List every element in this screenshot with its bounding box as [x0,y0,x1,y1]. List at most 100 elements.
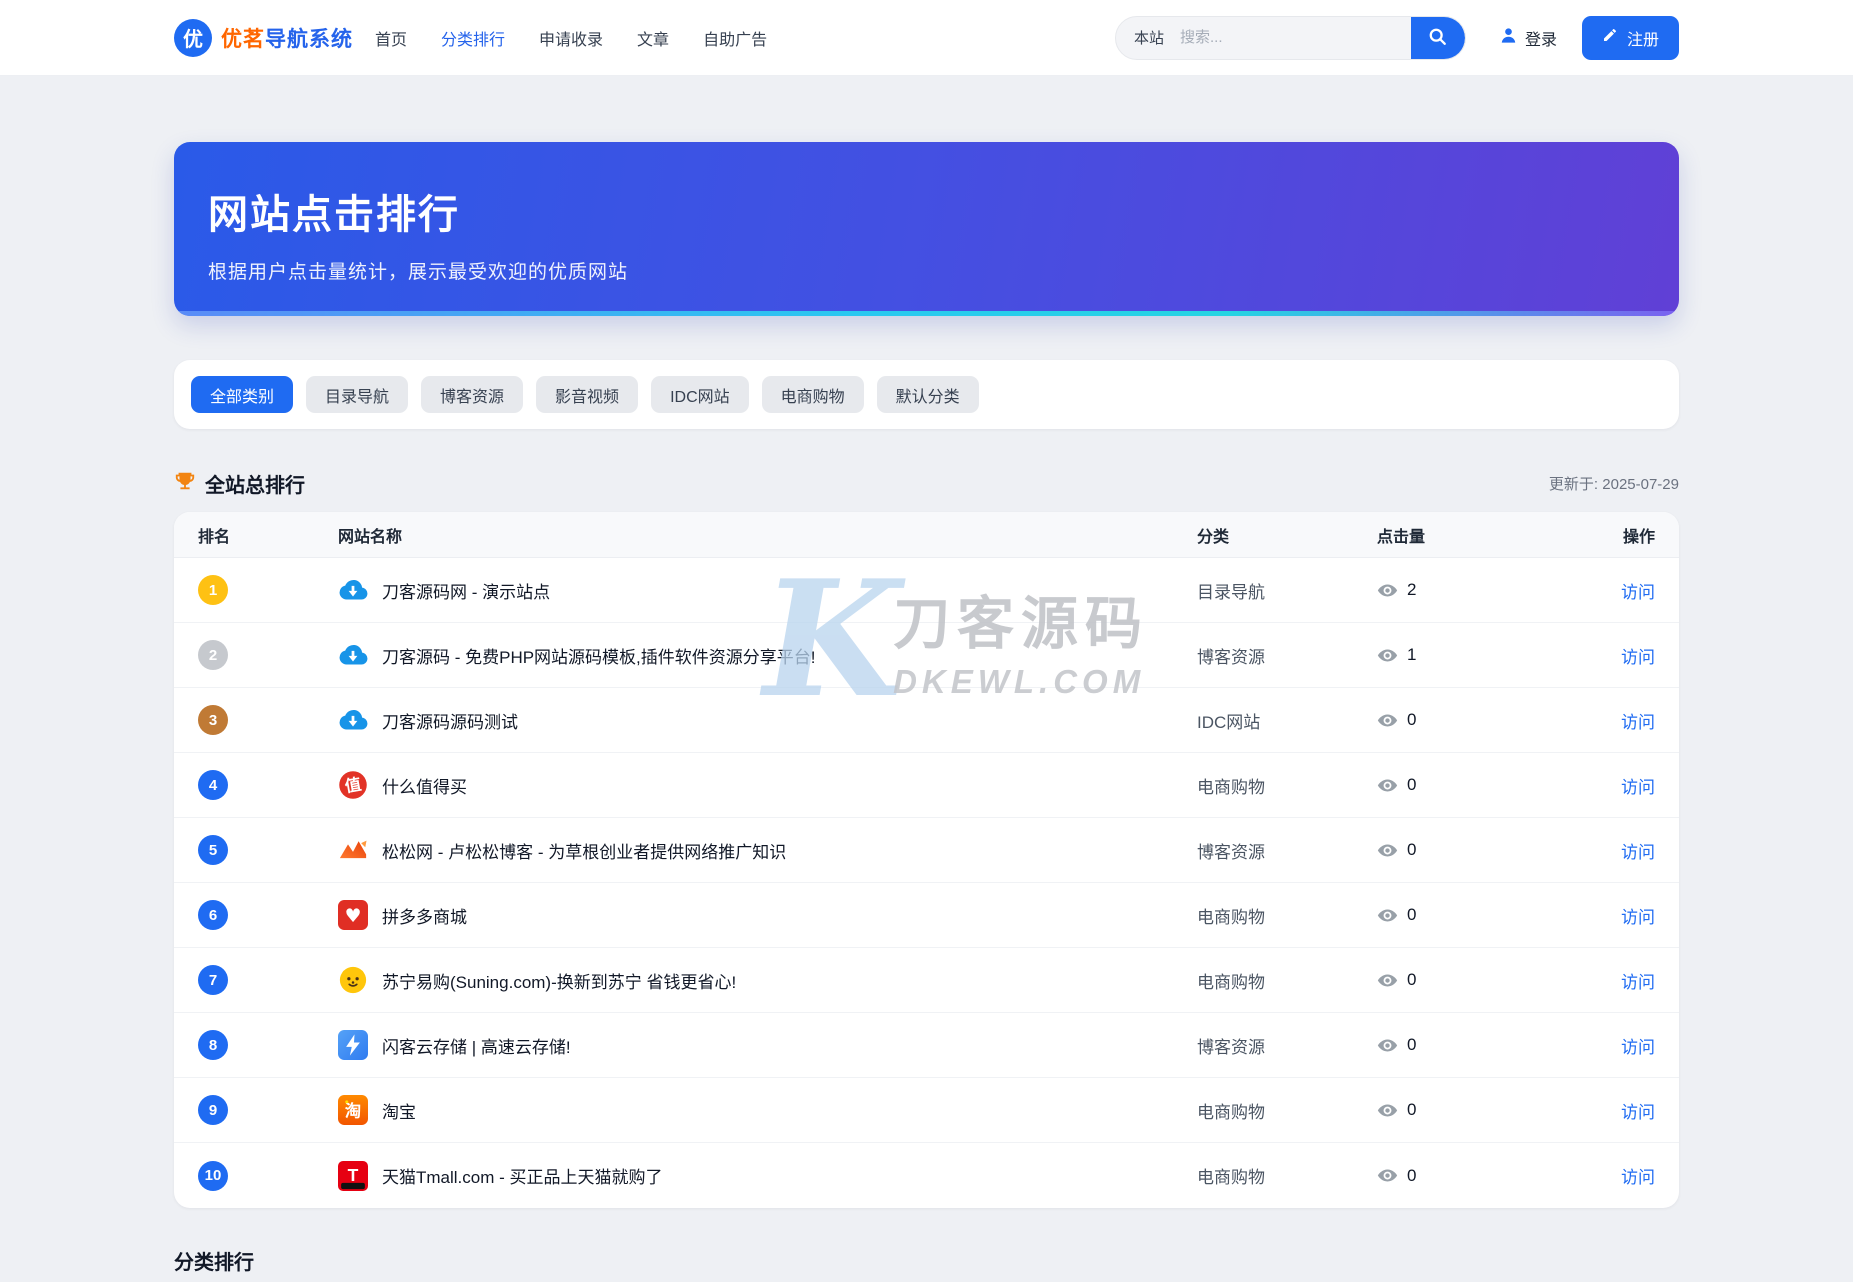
filter-pill-idc[interactable]: IDC网站 [651,376,749,413]
category-ranking-title: 分类排行 [174,1246,1679,1275]
site-name-link[interactable]: 松松网 - 卢松松博客 - 为草根创业者提供网络推广知识 [382,838,786,863]
zhi-badge-icon: 值 [338,770,368,800]
top-bar: 优 优茗导航系统 首页 分类排行 申请收录 文章 自助广告 本站 登录 [0,0,1853,76]
visit-link[interactable]: 访问 [1621,583,1655,602]
svg-text:淘: 淘 [345,1101,361,1120]
ranking-section-title: 全站总排行 [205,469,305,498]
eye-icon [1377,905,1398,926]
site-name-link[interactable]: 刀客源码源码测试 [382,708,518,733]
tmall-icon: T [338,1161,368,1191]
click-count: 0 [1407,840,1416,860]
login-button[interactable]: 登录 [1499,26,1557,50]
search-input[interactable] [1180,29,1411,46]
site-name-link[interactable]: 刀客源码网 - 演示站点 [382,578,550,603]
cloud-download-icon [338,705,368,735]
search-icon [1427,26,1448,50]
register-button[interactable]: 注册 [1582,16,1679,60]
site-name-link[interactable]: 天猫Tmall.com - 买正品上天猫就购了 [382,1163,663,1188]
updated-date: 更新于: 2025-07-29 [1549,473,1679,494]
nav-item-articles[interactable]: 文章 [637,26,669,50]
visit-link[interactable]: 访问 [1621,648,1655,667]
user-icon [1499,26,1518,50]
col-action: 操作 [1597,523,1655,547]
site-name-link[interactable]: 拼多多商城 [382,903,467,928]
site-name-link[interactable]: 闪客云存储 | 高速云存储! [382,1033,571,1058]
rank-badge: 5 [198,835,228,865]
rank-badge: 4 [198,770,228,800]
table-row: 3刀客源码源码测试IDC网站0访问 [174,688,1679,753]
site-category: 博客资源 [1197,643,1377,668]
rank-badge: 8 [198,1030,228,1060]
svg-text:♥: ♥ [345,906,362,927]
eye-icon [1377,710,1398,731]
eye-icon [1377,1165,1398,1186]
visit-link[interactable]: 访问 [1621,1038,1655,1057]
login-label: 登录 [1525,26,1557,50]
visit-link[interactable]: 访问 [1621,843,1655,862]
site-category: 电商购物 [1197,903,1377,928]
filter-pill-video[interactable]: 影音视频 [536,376,638,413]
eye-icon [1377,645,1398,666]
trophy-icon [174,470,196,497]
visit-link[interactable]: 访问 [1621,1168,1655,1187]
table-row: 1刀客源码网 - 演示站点目录导航2访问 [174,558,1679,623]
table-row: 5 松松网 - 卢松松博客 - 为草根创业者提供网络推广知识 博客资源 0 访问 [174,818,1679,883]
site-category: 博客资源 [1197,838,1377,863]
site-category: 电商购物 [1197,1163,1377,1188]
rank-badge: 2 [198,640,228,670]
nav-item-self-ads[interactable]: 自助广告 [703,26,767,50]
suning-lion-icon [338,965,368,995]
table-row: 8 闪客云存储 | 高速云存储! 博客资源 0 访问 [174,1013,1679,1078]
filter-pill-blog[interactable]: 博客资源 [421,376,523,413]
cloud-download-icon [338,640,368,670]
visit-link[interactable]: 访问 [1621,778,1655,797]
visit-link[interactable]: 访问 [1621,908,1655,927]
site-category: 电商购物 [1197,773,1377,798]
col-clicks: 点击量 [1377,523,1597,547]
site-name-link[interactable]: 淘宝 [382,1098,416,1123]
filter-pill-default[interactable]: 默认分类 [877,376,979,413]
logo-name-secondary: 导航系统 [265,26,353,51]
filter-pill-ecommerce[interactable]: 电商购物 [762,376,864,413]
col-rank: 排名 [198,523,338,547]
rank-badge: 6 [198,900,228,930]
table-body: 1刀客源码网 - 演示站点目录导航2访问2刀客源码 - 免费PHP网站源码模板,… [174,558,1679,1208]
table-header-row: 排名 网站名称 分类 点击量 操作 [174,512,1679,558]
search-button[interactable] [1411,16,1465,60]
visit-link[interactable]: 访问 [1621,973,1655,992]
logo-name-primary: 优茗 [221,26,265,51]
rank-badge: 3 [198,705,228,735]
click-count: 0 [1407,905,1416,925]
table-row: 7苏宁易购(Suning.com)-换新到苏宁 省钱更省心!电商购物0访问 [174,948,1679,1013]
site-category: 电商购物 [1197,968,1377,993]
table-row: 4值什么值得买电商购物0访问 [174,753,1679,818]
eye-icon [1377,970,1398,991]
ranking-section-head: 全站总排行 更新于: 2025-07-29 [174,469,1679,498]
visit-link[interactable]: 访问 [1621,1103,1655,1122]
site-logo[interactable]: 优 优茗导航系统 [174,19,353,57]
pencil-icon [1602,27,1618,48]
filter-pill-directory[interactable]: 目录导航 [306,376,408,413]
site-name-link[interactable]: 什么值得买 [382,773,467,798]
nav-item-apply-inclusion[interactable]: 申请收录 [539,26,603,50]
site-category: 博客资源 [1197,1033,1377,1058]
rank-badge: 9 [198,1095,228,1125]
visit-link[interactable]: 访问 [1621,713,1655,732]
rank-badge: 7 [198,965,228,995]
hero-banner: 网站点击排行 根据用户点击量统计，展示最受欢迎的优质网站 [174,142,1679,316]
search-scope-selector[interactable]: 本站 [1134,27,1164,48]
logo-text: 优茗导航系统 [221,23,353,53]
click-count: 0 [1407,1100,1416,1120]
col-category: 分类 [1197,523,1377,547]
rank-badge: 1 [198,575,228,605]
pdd-heart-icon: ♥ [338,900,368,930]
site-name-link[interactable]: 刀客源码 - 免费PHP网站源码模板,插件软件资源分享平台! [382,643,816,668]
search-box: 本站 [1115,16,1466,60]
nav-item-category-rank[interactable]: 分类排行 [441,26,505,50]
click-count: 0 [1407,1035,1416,1055]
site-name-link[interactable]: 苏宁易购(Suning.com)-换新到苏宁 省钱更省心! [382,968,736,993]
filter-pill-all[interactable]: 全部类别 [191,376,293,413]
svg-text:值: 值 [343,774,362,796]
nav-item-home[interactable]: 首页 [375,26,407,50]
eye-icon [1377,1035,1398,1056]
